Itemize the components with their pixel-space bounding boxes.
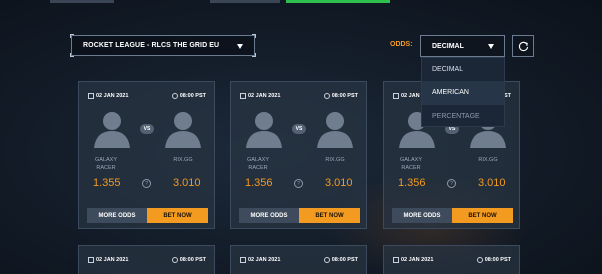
calendar-icon	[393, 93, 399, 99]
vs-badge: VS	[140, 124, 154, 134]
match-time-text: 08:00 PST	[331, 257, 358, 263]
card-header: 02 JAN 2021 08:00 PST	[393, 255, 511, 265]
team2-odds[interactable]: 3.010	[478, 177, 506, 189]
match-card: 02 JAN 2021 08:00 PST	[230, 245, 367, 274]
team1-name: GALAXY RACER	[94, 157, 117, 171]
card-header: 02 JAN 2021 08:00 PST	[88, 255, 206, 265]
help-icon[interactable]: ?	[294, 179, 303, 188]
more-odds-button[interactable]: MORE ODDS	[87, 208, 147, 223]
corner-decoration	[70, 53, 74, 57]
team2-name: RIX.GG	[478, 157, 498, 163]
odds-label: ODDS:	[390, 41, 413, 48]
team2-name: RIX.GG	[173, 157, 193, 163]
odds-selected-value: DECIMAL	[432, 42, 464, 50]
calendar-icon	[393, 257, 399, 263]
help-icon[interactable]: ?	[447, 179, 456, 188]
refresh-button[interactable]	[512, 35, 534, 57]
match-date-text: 02 JAN 2021	[96, 257, 129, 263]
match-date: 02 JAN 2021	[240, 255, 280, 265]
team2-odds[interactable]: 3.010	[173, 177, 201, 189]
match-time-text: 08:00 PST	[484, 257, 511, 263]
match-time-text: 08:00 PST	[179, 93, 206, 99]
more-odds-button[interactable]: MORE ODDS	[392, 208, 452, 223]
match-date-text: 02 JAN 2021	[248, 93, 281, 99]
more-odds-button[interactable]: MORE ODDS	[239, 208, 299, 223]
match-date-text: 02 JAN 2021	[96, 93, 129, 99]
match-date: 02 JAN 2021	[240, 91, 280, 101]
team-avatar-icon	[246, 112, 282, 148]
match-time: 08:00 PST	[323, 91, 358, 101]
odds-option-decimal[interactable]: DECIMAL	[422, 58, 504, 81]
game-select-value: ROCKET LEAGUE - RLCS THE GRID EU	[83, 42, 220, 49]
clock-icon	[476, 257, 483, 263]
match-date-text: 02 JAN 2021	[401, 257, 434, 263]
match-card: 02 JAN 2021 08:00 PST	[78, 245, 215, 274]
match-time-text: 08:00 PST	[331, 93, 358, 99]
card-header: 02 JAN 2021 08:00 PST	[240, 255, 358, 265]
corner-decoration	[252, 53, 256, 57]
match-card: 02 JAN 2021 08:00 PST	[383, 245, 520, 274]
team1-odds[interactable]: 1.356	[398, 177, 426, 189]
bet-now-button[interactable]: BET NOW	[147, 208, 208, 223]
clock-icon	[171, 257, 178, 263]
team-avatar-icon	[317, 112, 353, 148]
vs-badge: VS	[292, 124, 306, 134]
calendar-icon	[240, 93, 246, 99]
card-header: 02 JAN 2021 08:00 PST	[240, 91, 358, 101]
team1-name: GALAXY RACER	[246, 157, 269, 171]
card-header: 02 JAN 2021 08:00 PST	[88, 91, 206, 101]
bet-now-button[interactable]: BET NOW	[299, 208, 360, 223]
match-date-text: 02 JAN 2021	[248, 257, 281, 263]
match-time: 08:00 PST	[171, 255, 206, 265]
clock-icon	[323, 93, 330, 99]
team1-odds[interactable]: 1.355	[93, 177, 121, 189]
calendar-icon	[88, 93, 94, 99]
match-time: 08:00 PST	[171, 91, 206, 101]
chevron-down-icon	[488, 44, 494, 49]
match-date: 02 JAN 2021	[88, 91, 128, 101]
top-tab-edge[interactable]	[50, 0, 114, 3]
match-time: 08:00 PST	[323, 255, 358, 265]
odds-option-american[interactable]: AMERICAN	[422, 81, 504, 105]
corner-decoration	[70, 34, 74, 38]
clock-icon	[323, 257, 330, 263]
corner-decoration	[252, 34, 256, 38]
odds-format-select[interactable]: DECIMAL	[420, 35, 505, 57]
help-icon[interactable]: ?	[142, 179, 151, 188]
team1-name: GALAXY RACER	[399, 157, 422, 171]
match-time: 08:00 PST	[476, 255, 511, 265]
team2-name: RIX.GG	[325, 157, 345, 163]
clock-icon	[171, 93, 178, 99]
team2-odds[interactable]: 3.010	[325, 177, 353, 189]
refresh-icon	[518, 41, 528, 51]
match-card: 02 JAN 2021 08:00 PST VS GALAXY RACER RI…	[230, 81, 367, 229]
odds-option-percentage[interactable]: PERCENTAGE	[422, 105, 504, 128]
calendar-icon	[240, 257, 246, 263]
bet-now-button[interactable]: BET NOW	[452, 208, 513, 223]
match-date: 02 JAN 2021	[393, 255, 433, 265]
top-button-green-edge[interactable]	[286, 0, 390, 3]
match-date: 02 JAN 2021	[88, 255, 128, 265]
match-card: 02 JAN 2021 08:00 PST VS GALAXY RACER RI…	[78, 81, 215, 229]
team-avatar-icon	[165, 112, 201, 148]
odds-dropdown-menu: DECIMAL AMERICAN PERCENTAGE	[421, 57, 505, 127]
game-select[interactable]: ROCKET LEAGUE - RLCS THE GRID EU	[70, 34, 256, 57]
team1-odds[interactable]: 1.356	[245, 177, 273, 189]
team-avatar-icon	[94, 112, 130, 148]
chevron-down-icon	[237, 44, 243, 49]
match-time-text: 08:00 PST	[179, 257, 206, 263]
top-button-edge[interactable]	[210, 0, 280, 3]
calendar-icon	[88, 257, 94, 263]
